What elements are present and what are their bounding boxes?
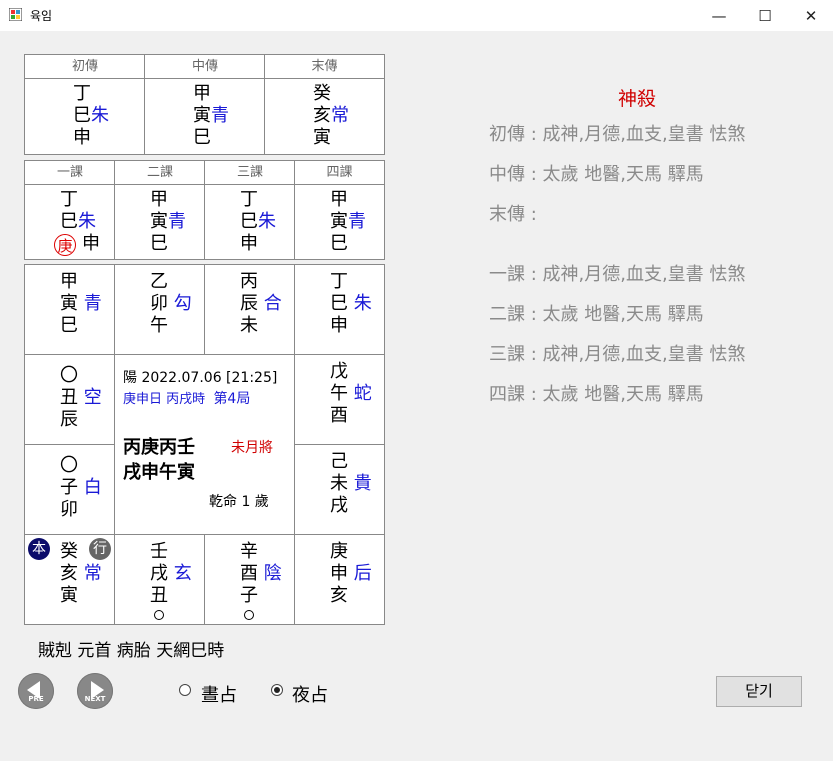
board-cell-hai: 庚 申 后 亥 — [330, 541, 372, 606]
maximize-button[interactable]: ☐ — [742, 0, 788, 31]
sike-table: 一課 二課 三課 四課 丁 巳朱 申 庚 甲 寅青 巳 丁 巳朱 申 甲 寅青 … — [24, 160, 385, 260]
sanchuan-table: 初傳 中傳 末傳 丁 巳朱 申 甲 寅青 巳 癸 亥常 寅 — [24, 54, 385, 155]
window-title: 육임 — [30, 9, 53, 23]
board-cell-wu: 乙 卯 勾 午 — [150, 271, 192, 336]
shensha-line-chu: 初傳 : 成神,月德,血支,皇書 怯煞 — [489, 124, 746, 145]
shensha-line-zhong: 中傳 : 太歲 地醫,天馬 驛馬 — [489, 164, 704, 185]
minimize-button[interactable]: — — [696, 0, 742, 31]
app-icon — [9, 8, 22, 21]
sanchuan-cell-2: 甲 寅青 巳 — [193, 83, 229, 148]
board-cell-you: 戊 午 蛇 酉 — [330, 361, 372, 426]
void-circle-zi — [244, 610, 254, 620]
header-erke: 二課 — [115, 161, 205, 185]
close-window-button[interactable]: ✕ — [788, 0, 833, 31]
next-button[interactable]: NEXT — [77, 673, 113, 709]
maximize-icon: ☐ — [758, 6, 772, 25]
header-sike: 四課 — [295, 161, 384, 185]
sike-cell-3: 丁 巳朱 申 — [240, 189, 276, 254]
shensha-line-yike: 一課 : 成神,月德,血支,皇書 怯煞 — [489, 264, 746, 285]
board-cell-chou: 壬 戌 玄 丑 — [150, 541, 192, 606]
sanchuan-cell-3: 癸 亥常 寅 — [313, 83, 349, 148]
day-radio-label[interactable]: 晝占 — [201, 681, 237, 707]
board-cell-xu: 己 未 貴 戌 — [330, 451, 372, 516]
pillars-bottom: 戌申午寅 — [123, 462, 195, 483]
minimize-icon: — — [711, 6, 727, 25]
shensha-line-mo: 末傳 : — [489, 204, 537, 225]
void-circle-chou — [154, 610, 164, 620]
pattern-summary: 賊剋 元首 病胎 天網巳時 — [38, 641, 225, 661]
day-stem-ring: 庚 — [54, 234, 76, 256]
night-radio[interactable] — [271, 684, 283, 696]
age-label: 乾命 1 歲 — [209, 494, 269, 510]
header-sanke: 三課 — [205, 161, 295, 185]
sike-cell-2: 甲 寅青 巳 — [150, 189, 186, 254]
sanchuan-cell-1: 丁 巳朱 申 — [73, 83, 109, 148]
title-bar: 육임 — ☐ ✕ — [0, 0, 833, 31]
header-mochuan: 末傳 — [265, 55, 384, 79]
day-radio[interactable] — [179, 684, 191, 696]
close-button[interactable]: 닫기 — [716, 676, 802, 707]
close-icon: ✕ — [804, 6, 818, 25]
ben-badge: 本 — [28, 538, 50, 560]
center-datetime: 陽 2022.07.06 [21:25] — [123, 370, 278, 386]
shensha-line-sike: 四課 : 太歲 地醫,天馬 驛馬 — [489, 384, 704, 405]
header-zhongchuan: 中傳 — [145, 55, 265, 79]
board-cell-wei: 丙 辰 合 未 — [240, 271, 282, 336]
header-yike: 一課 — [25, 161, 115, 185]
night-radio-label[interactable]: 夜占 — [292, 681, 328, 707]
header-chuchuan: 初傳 — [25, 55, 145, 79]
board-cell-mao: 〇 子 白 卯 — [60, 455, 102, 520]
shensha-line-erke: 二課 : 太歲 地醫,天馬 驛馬 — [489, 304, 704, 325]
month-general: 未月將 — [231, 440, 273, 456]
pillars-top: 丙庚丙壬 — [123, 437, 195, 458]
shensha-line-sanke: 三課 : 成神,月德,血支,皇書 怯煞 — [489, 344, 746, 365]
prev-button[interactable]: PRE — [18, 673, 54, 709]
board-cell-yin: 癸 亥 常 寅 — [60, 541, 102, 606]
board-cell-zi: 辛 酉 陰 子 — [240, 541, 282, 606]
center-daystem: 庚申日 丙戌時 第4局 — [123, 391, 251, 407]
shensha-title: 神殺 — [618, 88, 657, 110]
board-cell-si: 甲 寅 青 巳 — [60, 271, 102, 336]
board-cell-chen: 〇 丑 空 辰 — [60, 365, 102, 430]
board-cell-shen: 丁 巳 朱 申 — [330, 271, 372, 336]
board-grid: 甲 寅 青 巳 乙 卯 勾 午 丙 辰 合 未 丁 巳 朱 申 〇 丑 空 辰 … — [24, 264, 385, 625]
sike-cell-4: 甲 寅青 巳 — [330, 189, 366, 254]
